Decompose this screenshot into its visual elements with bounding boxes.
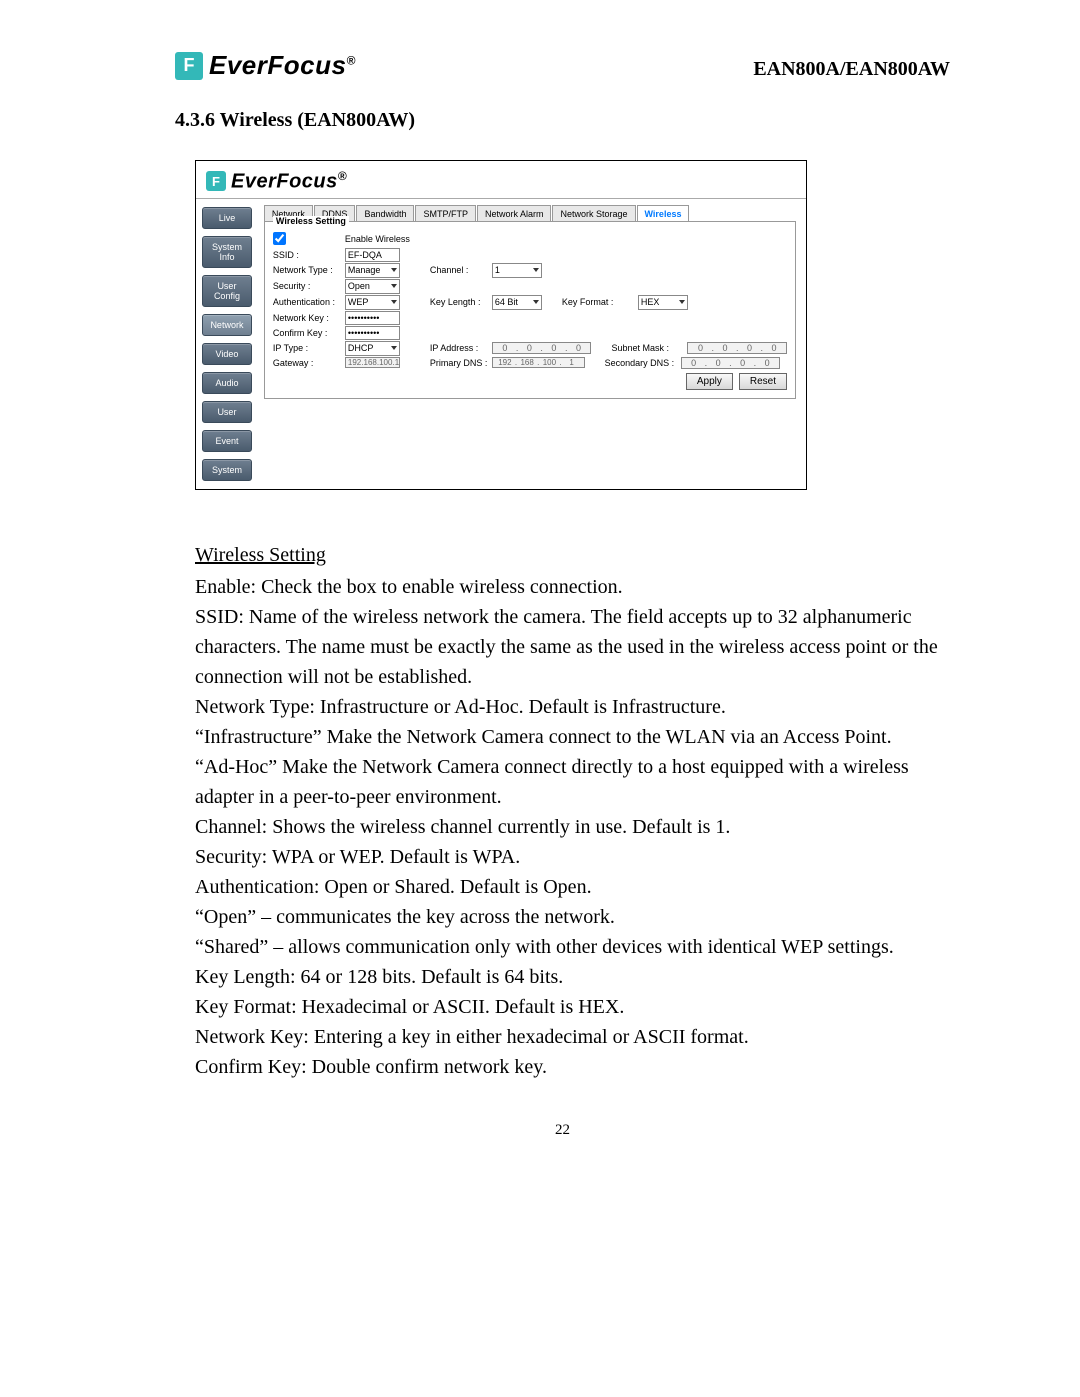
sidebar-item-system[interactable]: System xyxy=(202,459,252,481)
enable-wireless-checkbox[interactable] xyxy=(273,232,286,245)
section-heading: 4.3.6 Wireless (EAN800AW) xyxy=(175,109,950,132)
network-type-select[interactable]: Manage xyxy=(345,263,400,278)
ip-address-input: 0. 0. 0. 0 xyxy=(492,342,592,354)
confirm-key-input[interactable] xyxy=(345,326,400,340)
body-paragraph: Channel: Shows the wireless channel curr… xyxy=(195,812,950,842)
app-logo-text: EverFocus® xyxy=(231,169,347,194)
sidebar-item-audio[interactable]: Audio xyxy=(202,372,252,394)
body-paragraph: Network Type: Infrastructure or Ad-Hoc. … xyxy=(195,692,950,722)
apply-button[interactable]: Apply xyxy=(686,373,733,390)
network-type-label: Network Type : xyxy=(273,265,341,275)
tab-network-alarm[interactable]: Network Alarm xyxy=(477,205,552,222)
chevron-down-icon xyxy=(533,268,539,272)
logo-mark-icon: F xyxy=(175,52,203,80)
body-paragraph: Key Format: Hexadecimal or ASCII. Defaul… xyxy=(195,992,950,1022)
body-paragraph: “Ad-Hoc” Make the Network Camera connect… xyxy=(195,752,950,812)
network-key-input[interactable] xyxy=(345,311,400,325)
body-paragraph: Security: WPA or WEP. Default is WPA. xyxy=(195,842,950,872)
key-length-select[interactable]: 64 Bit xyxy=(492,295,542,310)
body-paragraph: Authentication: Open or Shared. Default … xyxy=(195,872,950,902)
ssid-input[interactable] xyxy=(345,248,400,262)
sidebar-item-user-config[interactable]: User Config xyxy=(202,275,252,307)
model-title: EAN800A/EAN800AW xyxy=(753,58,950,81)
authentication-label: Authentication : xyxy=(273,297,341,307)
chevron-down-icon xyxy=(391,300,397,304)
body-heading: Wireless Setting xyxy=(195,540,950,570)
sidebar-item-user[interactable]: User xyxy=(202,401,252,423)
logo-text: EverFocus® xyxy=(209,50,356,81)
doc-header: F EverFocus® EAN800A/EAN800AW xyxy=(175,50,950,81)
channel-label: Channel : xyxy=(430,265,488,275)
chevron-down-icon xyxy=(391,268,397,272)
sidebar: Live System Info User Config Network Vid… xyxy=(196,199,258,489)
primary-dns-input: 192.168.100.1 xyxy=(492,357,585,368)
tab-smtp-ftp[interactable]: SMTP/FTP xyxy=(415,205,476,222)
authentication-select[interactable]: WEP xyxy=(345,295,400,310)
ip-type-label: IP Type : xyxy=(273,343,341,353)
body-text: Wireless Setting Enable: Check the box t… xyxy=(195,540,950,1082)
app-logo-mark-icon: F xyxy=(206,171,226,191)
tab-network-storage[interactable]: Network Storage xyxy=(552,205,635,222)
body-paragraph: “Open” – communicates the key across the… xyxy=(195,902,950,932)
chevron-down-icon xyxy=(391,284,397,288)
sidebar-item-network[interactable]: Network xyxy=(202,314,252,336)
body-paragraph: “Shared” – allows communication only wit… xyxy=(195,932,950,962)
chevron-down-icon xyxy=(391,346,397,350)
gateway-label: Gateway : xyxy=(273,358,341,368)
sidebar-item-event[interactable]: Event xyxy=(202,430,252,452)
key-format-select[interactable]: HEX xyxy=(638,295,688,310)
ip-type-select[interactable]: DHCP xyxy=(345,341,400,356)
chevron-down-icon xyxy=(679,300,685,304)
body-paragraph: SSID: Name of the wireless network the c… xyxy=(195,602,950,692)
fieldset-legend: Wireless Setting xyxy=(273,216,349,226)
security-select[interactable]: Open xyxy=(345,279,400,294)
sidebar-item-system-info[interactable]: System Info xyxy=(202,236,252,268)
subnet-mask-input: 0. 0. 0. 0 xyxy=(687,342,787,354)
security-label: Security : xyxy=(273,281,341,291)
reset-button[interactable]: Reset xyxy=(739,373,787,390)
body-paragraph: “Infrastructure” Make the Network Camera… xyxy=(195,722,950,752)
app-screenshot: F EverFocus® Live System Info User Confi… xyxy=(195,160,807,490)
chevron-down-icon xyxy=(533,300,539,304)
secondary-dns-input: 0. 0. 0. 0 xyxy=(681,357,781,369)
body-paragraph: Network Key: Entering a key in either he… xyxy=(195,1022,950,1052)
sidebar-item-live[interactable]: Live xyxy=(202,207,252,229)
body-paragraph: Confirm Key: Double confirm network key. xyxy=(195,1052,950,1082)
wireless-fieldset: Wireless Setting Enable Wireless SSID : xyxy=(264,221,796,399)
primary-dns-label: Primary DNS : xyxy=(430,358,488,368)
confirm-key-label: Confirm Key : xyxy=(273,328,341,338)
page-number: 22 xyxy=(175,1122,950,1139)
body-paragraph: Enable: Check the box to enable wireless… xyxy=(195,572,950,602)
network-key-label: Network Key : xyxy=(273,313,341,323)
ssid-label: SSID : xyxy=(273,250,341,260)
enable-wireless-label: Enable Wireless xyxy=(345,234,410,244)
content-panel: Network DDNS Bandwidth SMTP/FTP Network … xyxy=(258,199,806,489)
body-paragraph: Key Length: 64 or 128 bits. Default is 6… xyxy=(195,962,950,992)
everfocus-logo: F EverFocus® xyxy=(175,50,356,81)
gateway-input: 192.168.100.1 xyxy=(345,357,400,368)
tab-bandwidth[interactable]: Bandwidth xyxy=(356,205,414,222)
channel-select[interactable]: 1 xyxy=(492,263,542,278)
tab-wireless[interactable]: Wireless xyxy=(637,205,690,222)
ip-address-label: IP Address : xyxy=(430,343,488,353)
key-length-label: Key Length : xyxy=(430,297,488,307)
sidebar-item-video[interactable]: Video xyxy=(202,343,252,365)
key-format-label: Key Format : xyxy=(562,297,634,307)
secondary-dns-label: Secondary DNS : xyxy=(605,358,677,368)
subnet-mask-label: Subnet Mask : xyxy=(611,343,683,353)
app-header: F EverFocus® xyxy=(196,161,806,199)
